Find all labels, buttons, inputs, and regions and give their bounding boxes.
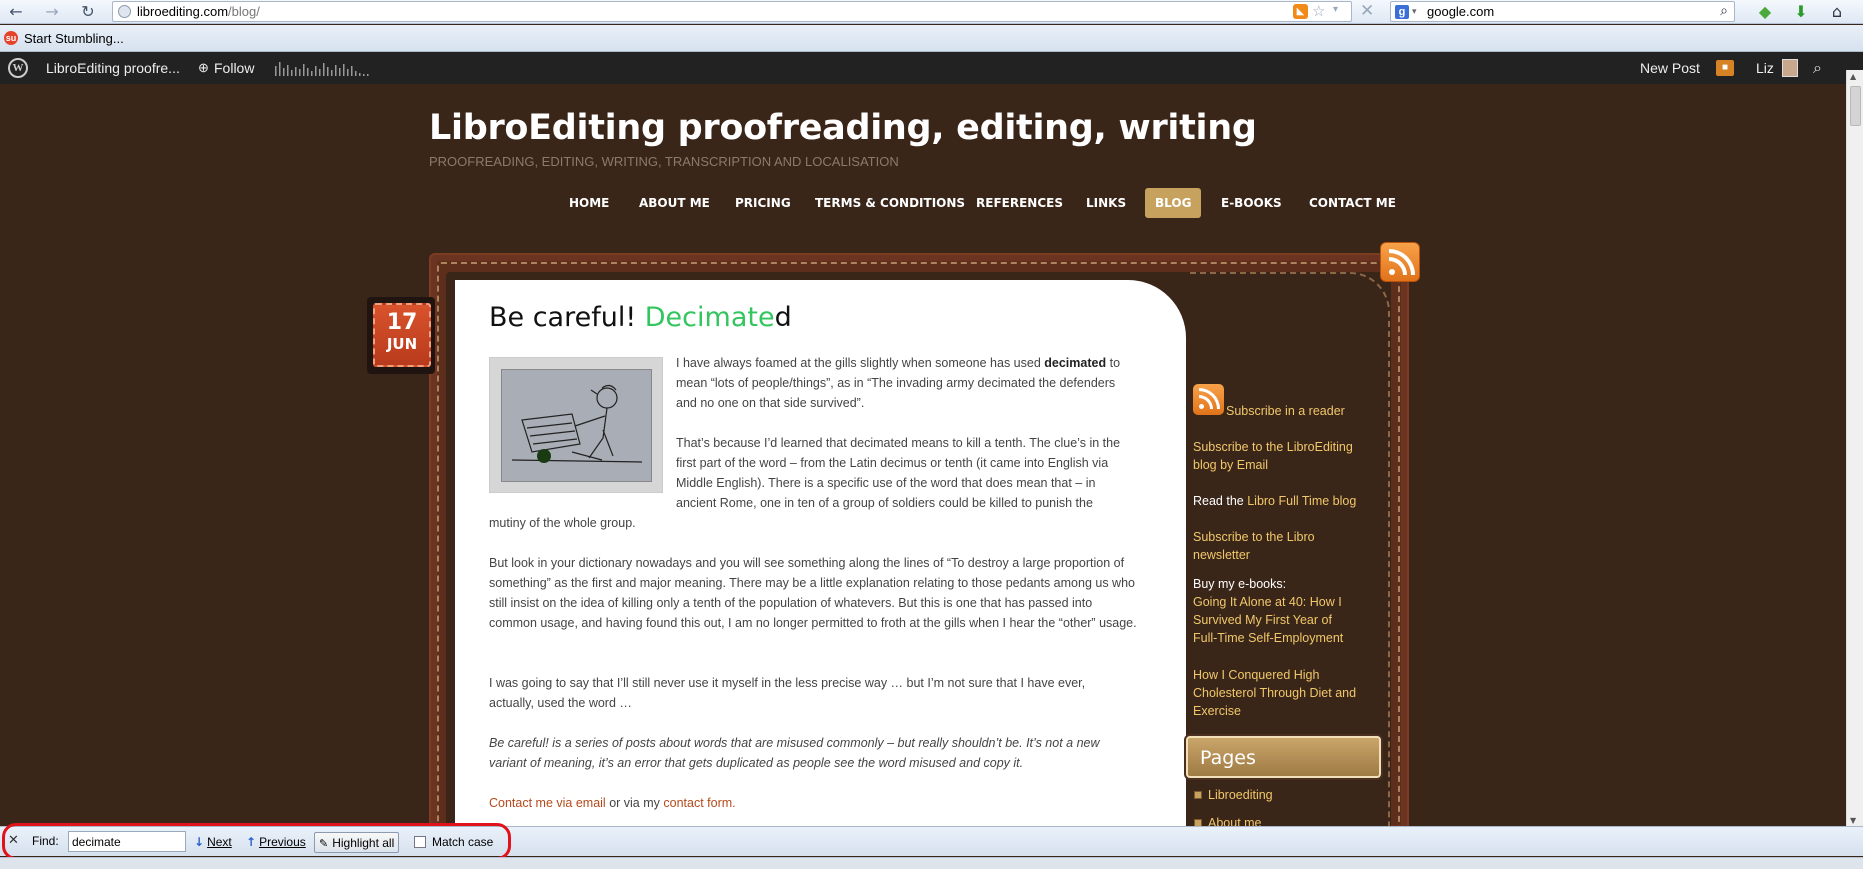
full-time-blog-link[interactable]: Libro Full Time blog — [1247, 494, 1356, 508]
cartoon-drawing-icon — [511, 384, 643, 463]
user-name[interactable]: Liz — [1756, 60, 1774, 76]
follow-button[interactable]: Follow — [214, 60, 254, 76]
scroll-up-arrow-icon[interactable]: ▲ — [1850, 72, 1856, 81]
status-bar — [0, 857, 1863, 869]
user-avatar[interactable] — [1782, 59, 1798, 77]
menu-item-contact-me[interactable]: CONTACT ME — [1301, 188, 1404, 218]
forward-arrow-icon[interactable]: → — [42, 2, 62, 22]
search-bar[interactable]: g ▾ google.com ⌕ — [1390, 1, 1735, 22]
menu-item-about-me[interactable]: ABOUT ME — [631, 188, 718, 218]
contact-form-link[interactable]: contact form — [663, 796, 732, 810]
post-image[interactable] — [489, 357, 663, 493]
search-icon[interactable]: ⌕ — [1720, 3, 1728, 19]
download-icon[interactable]: ⬇ — [1790, 1, 1812, 23]
site-title[interactable]: LibroEditing proofreading, editing, writ… — [429, 108, 1257, 148]
start-stumbling-link[interactable]: Start Stumbling... — [24, 31, 124, 46]
post-paragraph-2-end: mutiny of the whole group. — [489, 516, 636, 530]
page-link-libroediting[interactable]: Libroediting — [1208, 786, 1273, 804]
post-paragraph-1: I have always foamed at the gills slight… — [676, 356, 1121, 410]
vertical-scrollbar[interactable]: ▲ ▼ — [1846, 70, 1863, 827]
addon-icon[interactable]: ◆ — [1754, 1, 1776, 23]
wordpress-logo-icon[interactable]: W — [8, 58, 28, 78]
stumbleupon-icon: su — [4, 31, 18, 45]
date-month: JUN — [386, 335, 418, 353]
post-paragraph-2: That’s because I’d learned that decimate… — [676, 436, 1121, 510]
home-icon[interactable]: ⌂ — [1826, 1, 1848, 23]
subscribe-rss-icon[interactable] — [1193, 384, 1224, 415]
contact-line: Contact me via email or via my contact f… — [489, 796, 736, 810]
bookmark-star-icon[interactable]: ☆ — [1312, 2, 1325, 20]
buy-ebooks-label: Buy my e-books: — [1193, 577, 1287, 591]
wp-search-icon[interactable]: ⌕ — [1813, 58, 1822, 78]
url-dropdown-icon[interactable]: ▾ — [1333, 4, 1338, 15]
post-paragraph-5: Be careful! is a series of posts about w… — [489, 736, 1100, 770]
scroll-down-arrow-icon[interactable]: ▼ — [1850, 816, 1856, 825]
rss-feed-icon[interactable]: ◣ — [1293, 4, 1308, 19]
newsletter-link[interactable]: Subscribe to the Libro newsletter — [1193, 528, 1333, 564]
menu-item-references[interactable]: REFERENCES — [968, 188, 1071, 218]
menu-item-blog[interactable]: BLOG — [1145, 188, 1202, 218]
menu-item-links[interactable]: LINKS — [1078, 188, 1134, 218]
pages-heading: Pages — [1186, 736, 1381, 778]
wp-site-name[interactable]: LibroEditing proofre... — [46, 60, 180, 76]
wp-admin-bar: W LibroEditing proofre... ⊕ Follow New P… — [0, 52, 1863, 84]
subscribe-reader-link[interactable]: Subscribe in a reader — [1226, 402, 1345, 420]
menu-item-ebooks[interactable]: E-BOOKS — [1213, 188, 1290, 218]
stop-icon[interactable]: ✕ — [1360, 1, 1374, 21]
bullet-icon — [1194, 791, 1202, 799]
follow-plus-icon: ⊕ — [198, 60, 209, 75]
contact-email-link[interactable]: Contact me via email — [489, 796, 606, 810]
menu-item-pricing[interactable]: PRICING — [727, 188, 799, 218]
globe-icon — [118, 5, 131, 18]
menu-item-home[interactable]: HOME — [561, 188, 617, 218]
notifications-icon[interactable]: ■ — [1716, 60, 1734, 76]
search-engine-text: google.com — [1427, 4, 1495, 19]
stats-sparkline-icon[interactable] — [275, 60, 370, 76]
scrollbar-thumb[interactable] — [1850, 86, 1861, 126]
date-day: 17 — [386, 310, 418, 335]
bookmarks-bar: su Start Stumbling... — [0, 25, 1863, 52]
post-paragraph-3: But look in your dictionary nowadays and… — [489, 556, 1137, 630]
url-text: libroediting.com/blog/ — [137, 4, 260, 19]
post-title[interactable]: Be careful! Decimated — [489, 302, 792, 333]
date-badge: 17 JUN — [367, 297, 435, 374]
engine-dropdown-icon[interactable]: ▾ — [1412, 6, 1417, 17]
read-full-time-blog: Read the Libro Full Time blog — [1193, 494, 1357, 508]
google-icon[interactable]: g — [1395, 5, 1409, 19]
subscribe-email-link[interactable]: Subscribe to the LibroEditing blog by Em… — [1193, 438, 1368, 474]
ebook-going-it-alone-link[interactable]: Going It Alone at 40: How I Survived My … — [1193, 593, 1358, 647]
reload-icon[interactable]: ↻ — [78, 2, 98, 22]
find-highlight: Decimate — [644, 302, 775, 333]
ebook-cholesterol-link[interactable]: How I Conquered High Cholesterol Through… — [1193, 666, 1368, 720]
browser-navbar: ← → ↻ libroediting.com/blog/ ◣ ☆ ▾ ✕ g ▾… — [0, 0, 1863, 24]
url-bar[interactable]: libroediting.com/blog/ ◣ ☆ ▾ — [112, 1, 1352, 22]
site-tagline: PROOFREADING, EDITING, WRITING, TRANSCRI… — [429, 154, 899, 169]
rss-corner-icon[interactable] — [1380, 242, 1420, 282]
red-annotation-outline — [2, 823, 511, 860]
new-post-button[interactable]: New Post — [1640, 60, 1700, 76]
post-paragraph-4: I was going to say that I’ll still never… — [489, 676, 1086, 710]
back-arrow-icon[interactable]: ← — [6, 2, 26, 22]
menu-item-terms[interactable]: TERMS & CONDITIONS — [807, 188, 973, 218]
